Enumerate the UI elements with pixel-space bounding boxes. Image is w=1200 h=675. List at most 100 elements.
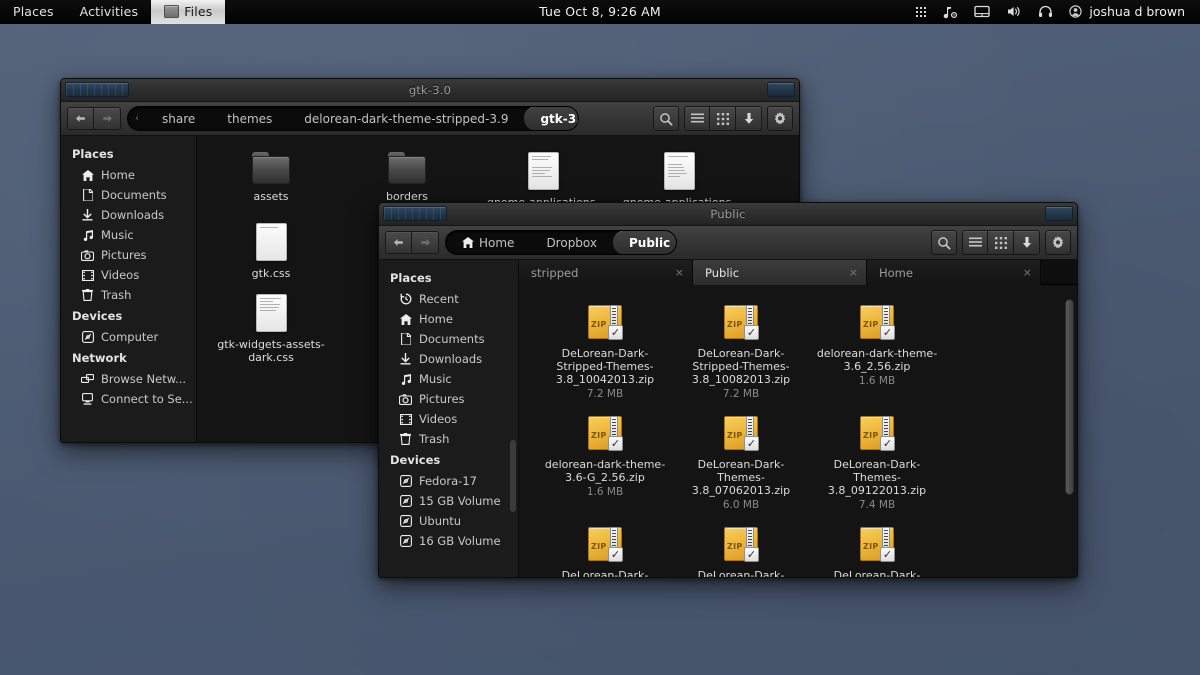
sidebar-item-documents[interactable]: Documents <box>379 329 518 349</box>
breadcrumb-home[interactable]: Home <box>446 230 530 255</box>
back-button[interactable] <box>385 231 412 254</box>
file-area-front[interactable]: ZIP✓ DeLorean-Dark-Stripped-Themes-3.8_1… <box>519 285 1077 577</box>
sidebar-item-documents[interactable]: Documents <box>61 185 196 205</box>
sidebar-label: Ubuntu <box>419 514 461 528</box>
file-item-zip-9[interactable]: ZIP✓ DeLorean-Dark- <box>809 519 945 577</box>
panel-places-label: Places <box>13 4 54 19</box>
trash-icon <box>399 433 412 446</box>
breadcrumb-dropbox[interactable]: Dropbox <box>530 230 613 255</box>
sidebar-label: Music <box>419 372 452 386</box>
panel-item-places[interactable]: Places <box>0 0 67 24</box>
sidebar-item-pictures[interactable]: Pictures <box>61 245 196 265</box>
user-menu[interactable]: joshua d brown <box>1062 0 1192 24</box>
sidebar-item-15gb-volume[interactable]: 15 GB Volume <box>379 491 518 511</box>
panel-item-activities[interactable]: Activities <box>67 0 152 24</box>
window-close-button-front[interactable] <box>1045 206 1073 221</box>
tab-public[interactable]: Public × <box>693 260 867 285</box>
gear-icon[interactable] <box>767 106 793 131</box>
titlebar-front[interactable]: Public <box>379 203 1077 226</box>
sidebar-item-home[interactable]: Home <box>379 309 518 329</box>
sidebar-item-browse-network[interactable]: Browse Netw... <box>61 369 196 389</box>
file-name: DeLorean-Dark-Stripped-Themes-3.8_100420… <box>541 347 669 386</box>
camera-icon <box>81 249 94 262</box>
sidebar-item-videos[interactable]: Videos <box>61 265 196 285</box>
tab-stripped[interactable]: stripped × <box>519 260 693 285</box>
forward-button[interactable] <box>94 107 121 130</box>
sidebar-item-fedora-17[interactable]: Fedora-17 <box>379 471 518 491</box>
grid-view-icon[interactable] <box>988 230 1014 255</box>
tab-home[interactable]: Home × <box>867 260 1041 285</box>
sidebar-label: Pictures <box>419 392 465 406</box>
window-close-button-back[interactable] <box>767 82 795 97</box>
sidebar-item-recent[interactable]: Recent <box>379 289 518 309</box>
breadcrumb-gtk30[interactable]: gtk-3.0 <box>524 106 579 131</box>
breadcrumb-back[interactable]: ‹ share themes delorean-dark-theme-strip… <box>127 106 579 131</box>
gear-icon[interactable] <box>1045 230 1071 255</box>
headphones-icon[interactable] <box>1031 0 1060 24</box>
panel-item-files[interactable]: Files <box>151 0 225 24</box>
file-item-zip-3[interactable]: ZIP✓ delorean-dark-theme-3.6_2.56.zip 1.… <box>809 297 945 408</box>
sidebar-item-computer[interactable]: Computer <box>61 327 196 347</box>
file-item-assets[interactable]: assets <box>203 146 339 217</box>
arrow-down-icon[interactable] <box>736 106 762 131</box>
list-view-icon[interactable] <box>962 230 988 255</box>
file-item-zip-2[interactable]: ZIP✓ DeLorean-Dark-Stripped-Themes-3.8_1… <box>673 297 809 408</box>
file-item-zip-1[interactable]: ZIP✓ DeLorean-Dark-Stripped-Themes-3.8_1… <box>537 297 673 408</box>
breadcrumb-prev-chevron[interactable]: ‹ <box>128 106 146 131</box>
close-icon[interactable]: × <box>843 266 858 279</box>
file-item-zip-6[interactable]: ZIP✓ DeLorean-Dark-Themes-3.8_09122013.z… <box>809 408 945 519</box>
close-icon[interactable]: × <box>1017 266 1032 279</box>
sidebar-item-ubuntu[interactable]: Ubuntu <box>379 511 518 531</box>
list-view-icon[interactable] <box>684 106 710 131</box>
sidebar-item-downloads[interactable]: Downloads <box>61 205 196 225</box>
sidebar-item-home[interactable]: Home <box>61 165 196 185</box>
breadcrumb-public[interactable]: Public <box>613 230 677 255</box>
file-item-zip-7[interactable]: ZIP✓ DeLorean-Dark- <box>537 519 673 577</box>
file-size: 7.4 MB <box>859 499 895 511</box>
home-icon <box>462 237 474 248</box>
sidebar-item-16gb-volume[interactable]: 16 GB Volume <box>379 531 518 551</box>
volume-icon[interactable] <box>999 0 1029 24</box>
sidebar-scrollbar[interactable] <box>510 440 516 512</box>
file-manager-window-front[interactable]: Public Home Dropbox Public <box>378 202 1078 578</box>
sidebar-item-videos[interactable]: Videos <box>379 409 518 429</box>
forward-button[interactable] <box>412 231 439 254</box>
breadcrumb-themes[interactable]: themes <box>211 106 288 131</box>
sidebar-item-trash[interactable]: Trash <box>61 285 196 305</box>
window-controls-left[interactable] <box>383 206 447 221</box>
arrow-down-icon[interactable] <box>1014 230 1040 255</box>
sidebar-item-music[interactable]: Music <box>61 225 196 245</box>
breadcrumb-share[interactable]: share <box>146 106 211 131</box>
window-icon <box>164 5 179 18</box>
window-controls-left[interactable] <box>65 82 129 97</box>
sound-settings-icon[interactable] <box>935 0 965 24</box>
sidebar-item-connect-to-server[interactable]: Connect to Se... <box>61 389 196 409</box>
file-item-gtk-css[interactable]: gtk.css <box>203 217 339 288</box>
touchpad-icon[interactable] <box>967 0 997 24</box>
file-item-zip-5[interactable]: ZIP✓ DeLorean-Dark-Themes-3.8_07062013.z… <box>673 408 809 519</box>
sidebar-label: Music <box>101 228 134 242</box>
search-icon[interactable] <box>653 106 679 131</box>
back-button[interactable] <box>67 107 94 130</box>
file-name: gtk-widgets-assets-dark.css <box>207 338 335 364</box>
music-icon <box>81 229 94 242</box>
file-item-zip-4[interactable]: ZIP✓ delorean-dark-theme-3.6-G_2.56.zip … <box>537 408 673 519</box>
close-icon[interactable]: × <box>669 266 684 279</box>
top-panel: Places Activities Files Tue Oct 8, 9:26 … <box>0 0 1200 24</box>
file-item-zip-8[interactable]: ZIP✓ DeLorean-Dark- <box>673 519 809 577</box>
search-icon[interactable] <box>931 230 957 255</box>
content-scrollbar-front[interactable] <box>1065 293 1074 571</box>
app-grid-icon[interactable] <box>909 0 933 24</box>
breadcrumb-front[interactable]: Home Dropbox Public <box>445 230 677 255</box>
sidebar-item-music[interactable]: Music <box>379 369 518 389</box>
sidebar-item-trash[interactable]: Trash <box>379 429 518 449</box>
sidebar-item-pictures[interactable]: Pictures <box>379 389 518 409</box>
grid-view-icon[interactable] <box>710 106 736 131</box>
titlebar-back[interactable]: gtk-3.0 <box>61 79 799 102</box>
sidebar-item-downloads[interactable]: Downloads <box>379 349 518 369</box>
sidebar-label: Browse Netw... <box>101 372 186 386</box>
toolbar-front: Home Dropbox Public <box>379 226 1077 260</box>
breadcrumb-delorean-dark-theme-stripped[interactable]: delorean-dark-theme-stripped-3.9 <box>288 106 524 131</box>
file-item-gtk-widgets-assets-dark-css[interactable]: gtk-widgets-assets-dark.css <box>203 288 339 372</box>
folder-icon <box>388 152 426 184</box>
